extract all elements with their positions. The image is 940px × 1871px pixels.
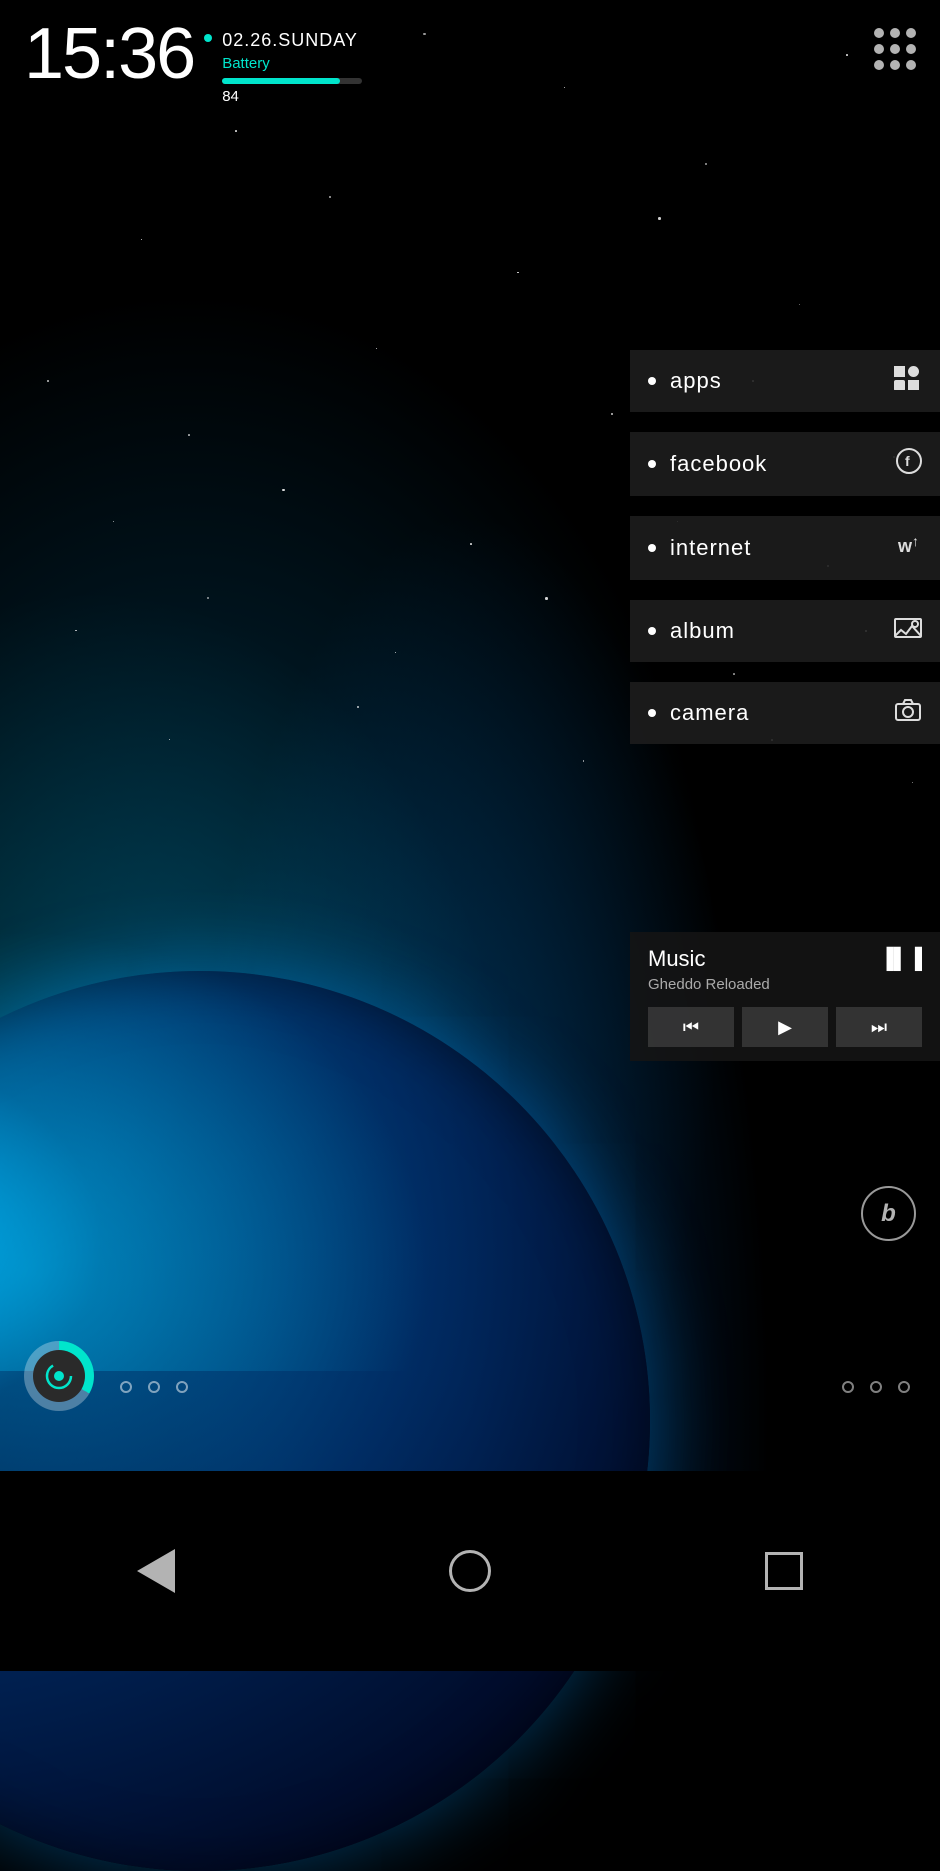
dot-8 [890, 60, 900, 70]
page-dot-5[interactable] [870, 1381, 882, 1393]
music-controls: ⏮ ▶ ⏭ [648, 1007, 922, 1047]
page-dot-1[interactable] [120, 1381, 132, 1393]
menu-icon-facebook: f [896, 448, 922, 480]
menu-item-camera[interactable]: camera [630, 682, 940, 744]
app-grid-dots[interactable] [874, 28, 916, 70]
menu-item-left-apps: apps [648, 368, 722, 394]
battery-fill [222, 78, 340, 84]
clock-time: 15:36 [24, 18, 194, 90]
star [113, 521, 114, 522]
star [169, 739, 170, 740]
launcher-inner [33, 1350, 85, 1402]
dot-5 [890, 44, 900, 54]
app-menu: apps facebook f internet w↑ album [630, 350, 940, 744]
page-dot-2[interactable] [148, 1381, 160, 1393]
menu-bullet-apps [648, 377, 656, 385]
star [47, 380, 49, 382]
star [545, 597, 548, 600]
star [912, 782, 913, 783]
star [799, 304, 800, 305]
menu-bullet-album [648, 627, 656, 635]
menu-item-left-facebook: facebook [648, 451, 767, 477]
page-dots-left [120, 1381, 188, 1393]
recents-button[interactable] [765, 1552, 803, 1590]
svg-text:w: w [897, 536, 913, 556]
dot-6 [906, 44, 916, 54]
star [658, 217, 661, 220]
dot-1 [874, 28, 884, 38]
menu-bullet-facebook [648, 460, 656, 468]
music-track-name: Gheddo Reloaded [648, 976, 922, 993]
date-battery-info: 02.26.SUNDAY Battery 84 [222, 30, 362, 105]
stars-background [0, 0, 940, 1671]
menu-label-facebook: facebook [670, 451, 767, 477]
menu-bullet-internet [648, 544, 656, 552]
star [357, 706, 359, 708]
star [235, 130, 237, 132]
music-title: Music [648, 946, 705, 972]
dot-9 [906, 60, 916, 70]
dot-3 [906, 28, 916, 38]
menu-icon-camera [894, 698, 922, 728]
dot-7 [874, 60, 884, 70]
date-display: 02.26.SUNDAY [222, 30, 362, 51]
home-button[interactable] [449, 1550, 491, 1592]
page-dot-3[interactable] [176, 1381, 188, 1393]
star [75, 630, 77, 632]
menu-label-internet: internet [670, 535, 751, 561]
menu-item-left-album: album [648, 618, 735, 644]
launcher-icon[interactable] [24, 1341, 94, 1411]
page-dot-6[interactable] [898, 1381, 910, 1393]
menu-item-album[interactable]: album [630, 600, 940, 662]
star [611, 413, 613, 415]
menu-label-album: album [670, 618, 735, 644]
star [207, 597, 209, 599]
star [141, 239, 142, 240]
menu-icon-album [894, 616, 922, 646]
music-next-button[interactable]: ⏭ [836, 1007, 922, 1047]
status-bar: 15:36 02.26.SUNDAY Battery 84 [0, 0, 940, 105]
star [282, 489, 285, 492]
back-icon [137, 1549, 175, 1593]
music-header: Music ▐▌▐ [648, 946, 922, 972]
time-section: 15:36 02.26.SUNDAY Battery 84 [24, 18, 362, 105]
status-dot [204, 34, 212, 42]
menu-icon-apps [894, 366, 922, 396]
menu-item-internet[interactable]: internet w↑ [630, 516, 940, 580]
star [395, 652, 396, 653]
home-icon [449, 1550, 491, 1592]
star [376, 348, 377, 349]
star [705, 163, 707, 165]
music-prev-button[interactable]: ⏮ [648, 1007, 734, 1047]
menu-label-camera: camera [670, 700, 749, 726]
star [188, 434, 190, 436]
battery-bar-container [222, 78, 362, 84]
menu-item-facebook[interactable]: facebook f [630, 432, 940, 496]
menu-bullet-camera [648, 709, 656, 717]
music-widget: Music ▐▌▐ Gheddo Reloaded ⏮ ▶ ⏭ [630, 932, 940, 1061]
menu-item-left-camera: camera [648, 700, 749, 726]
back-button[interactable] [137, 1549, 175, 1593]
star [517, 272, 519, 274]
music-equalizer-icon: ▐▌▐ [879, 948, 922, 971]
star [470, 543, 472, 545]
star [329, 196, 331, 198]
battery-label: Battery [222, 55, 362, 72]
page-dot-4[interactable] [842, 1381, 854, 1393]
recents-icon [765, 1552, 803, 1590]
star [583, 760, 585, 762]
page-dots-right [842, 1381, 910, 1393]
dot-4 [874, 44, 884, 54]
menu-item-apps[interactable]: apps [630, 350, 940, 412]
battery-percent: 84 [222, 88, 362, 105]
menu-item-left-internet: internet [648, 535, 751, 561]
svg-text:↑: ↑ [912, 533, 919, 549]
menu-label-apps: apps [670, 368, 722, 394]
svg-text:f: f [905, 453, 910, 469]
menu-icon-internet: w↑ [896, 532, 922, 564]
music-play-button[interactable]: ▶ [742, 1007, 828, 1047]
beats-icon[interactable]: b [861, 1186, 916, 1241]
navigation-bar [0, 1471, 940, 1671]
dot-2 [890, 28, 900, 38]
